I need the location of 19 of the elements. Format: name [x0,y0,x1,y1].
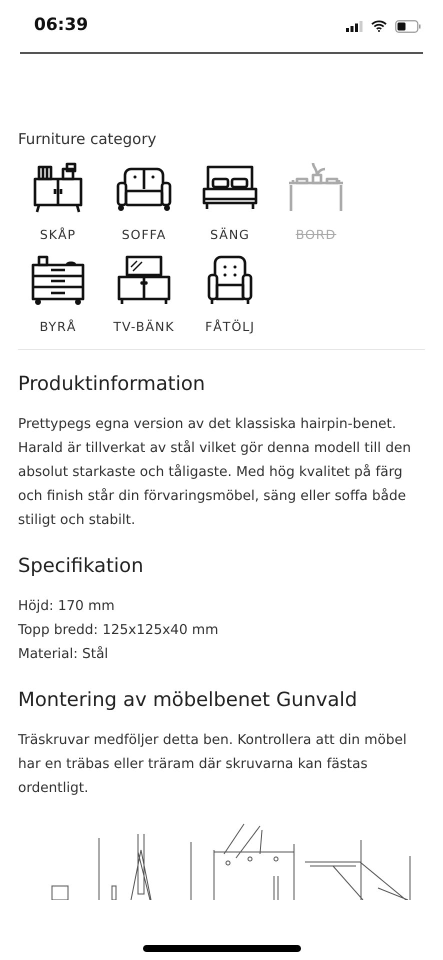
body-text: Material: Stål [18,644,110,664]
category-button[interactable]: SKÅP [15,160,101,242]
section-heading: Produktinformation [18,370,206,396]
section-heading: Specifikation [18,552,144,578]
body-text: Höjd: 170 mm [18,596,116,616]
section-title: Furniture category [18,129,158,150]
category-button[interactable]: SOFFA [101,160,187,242]
category-button[interactable]: BYRÅ [15,252,101,334]
category-button[interactable]: TV-BÄNK [101,252,187,334]
wifi-icon [371,20,387,32]
category-button[interactable]: SÄNG [187,160,273,242]
signal-icon [346,20,363,32]
battery-icon [395,20,421,32]
section-heading: Montering av möbelbenet Gunvald [18,686,358,712]
status-time: 06:39 [34,14,88,38]
body-text: Topp bredd: 125x125x40 mm [18,620,220,640]
category-button[interactable]: FÅTÖLJ [187,252,273,334]
body-text: Träskruvar medföljer detta ben. Kontrollera att din möbel har en träbas eller träram där skruvarna kan fästas ordentligt. [18,730,408,798]
body-text: Prettypegs egna version av det klassiska hairpin-benet. Harald är tillverkat av stål vilket gör denna modell till den absolut starkaste och tåligaste. Med hög kvalitet på färg och finish står din förvaringsmöbel, säng eller soffa både stiligt och stabilt. [18,414,412,530]
